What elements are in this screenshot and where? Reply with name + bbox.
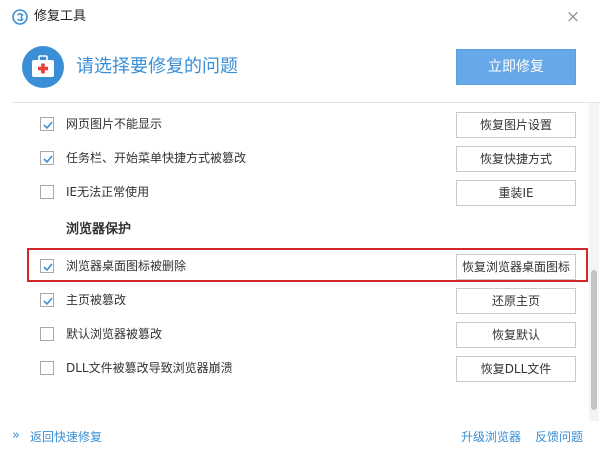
scrollbar-thumb[interactable] bbox=[591, 270, 597, 410]
app-logo-icon bbox=[12, 9, 28, 25]
title-bar: 修复工具 × bbox=[0, 0, 600, 34]
list-item: IE无法正常使用 重装IE bbox=[0, 176, 590, 210]
list-item: 默认浏览器被篡改 恢复默认 bbox=[0, 318, 590, 352]
back-to-quick-repair-link[interactable]: 返回快速修复 bbox=[30, 429, 102, 445]
highlight-box bbox=[27, 248, 588, 282]
checkbox[interactable] bbox=[40, 151, 54, 165]
restore-image-settings-button[interactable]: 恢复图片设置 bbox=[456, 112, 576, 138]
item-label: 主页被篡改 bbox=[66, 293, 127, 307]
list-item: 任务栏、开始菜单快捷方式被篡改 恢复快捷方式 bbox=[0, 142, 590, 176]
feedback-link[interactable]: 反馈问题 bbox=[535, 429, 583, 445]
item-label: IE无法正常使用 bbox=[66, 185, 150, 199]
repair-now-button[interactable]: 立即修复 bbox=[456, 49, 576, 85]
restore-shortcuts-button[interactable]: 恢复快捷方式 bbox=[456, 146, 576, 172]
checkbox[interactable] bbox=[40, 117, 54, 131]
item-label: 任务栏、开始菜单快捷方式被篡改 bbox=[66, 151, 247, 165]
restore-homepage-button[interactable]: 还原主页 bbox=[456, 288, 576, 314]
window-title: 修复工具 bbox=[34, 9, 87, 24]
checkbox[interactable] bbox=[40, 327, 54, 341]
checkbox[interactable] bbox=[40, 293, 54, 307]
reinstall-ie-button[interactable]: 重装IE bbox=[456, 180, 576, 206]
list-item: 主页被篡改 还原主页 bbox=[0, 284, 590, 318]
upgrade-browser-link[interactable]: 升级浏览器 bbox=[461, 429, 521, 445]
item-label: DLL文件被篡改导致浏览器崩溃 bbox=[66, 361, 233, 375]
header-divider bbox=[12, 102, 600, 103]
checkbox[interactable] bbox=[40, 361, 54, 375]
list-item: 网页图片不能显示 恢复图片设置 bbox=[0, 108, 590, 142]
restore-default-button[interactable]: 恢复默认 bbox=[456, 322, 576, 348]
checkbox[interactable] bbox=[40, 185, 54, 199]
first-aid-kit-icon bbox=[22, 46, 64, 88]
section-title-browser-protection: 浏览器保护 bbox=[66, 222, 132, 237]
item-label: 默认浏览器被篡改 bbox=[66, 327, 163, 341]
list-item: DLL文件被篡改导致浏览器崩溃 恢复DLL文件 bbox=[0, 352, 590, 386]
double-chevron-icon: » bbox=[12, 428, 20, 443]
page-title: 请选择要修复的问题 bbox=[76, 56, 238, 77]
item-label: 网页图片不能显示 bbox=[66, 117, 163, 131]
close-icon[interactable]: × bbox=[564, 8, 582, 26]
restore-dll-button[interactable]: 恢复DLL文件 bbox=[456, 356, 576, 382]
